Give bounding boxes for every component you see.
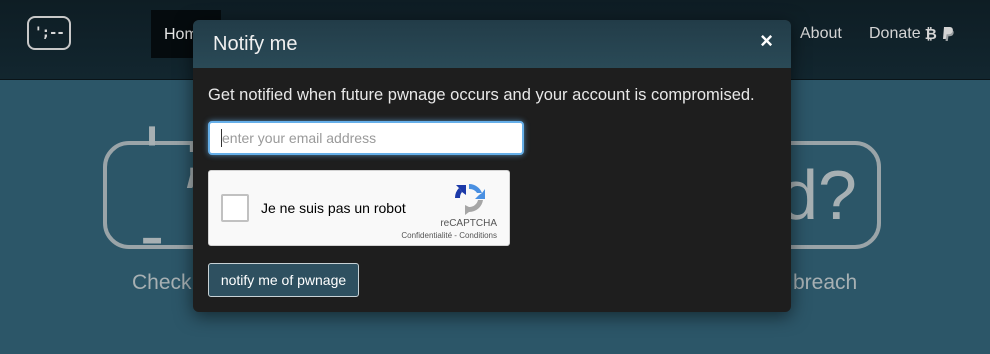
text-caret [221, 129, 222, 147]
paypal-icon [942, 27, 954, 41]
recaptcha-terms-link[interactable]: Conditions [459, 231, 497, 240]
notify-me-button[interactable]: notify me of pwnage [208, 263, 359, 297]
close-icon[interactable]: × [760, 28, 773, 54]
bitcoin-icon: ₿ [924, 25, 937, 43]
recaptcha-widget: Je ne suis pas un robot reCAPTCHA Confid… [208, 170, 510, 246]
modal-description: Get notified when future pwnage occurs a… [208, 86, 755, 104]
hero-check-text: Check [132, 271, 192, 294]
nav-donate-label: Donate [869, 25, 921, 42]
hero-breach-text: breach [793, 271, 858, 294]
nav-donate[interactable]: Donate ₿ [869, 25, 955, 43]
recaptcha-links: Confidentialité - Conditions [401, 231, 497, 240]
notify-modal: Notify me × Get notified when future pwn… [193, 20, 791, 312]
recaptcha-icon [454, 184, 485, 215]
site-logo[interactable]: ';-- [27, 16, 71, 50]
recaptcha-checkbox[interactable] [221, 194, 249, 222]
modal-header: Notify me × [193, 20, 791, 68]
modal-title: Notify me [213, 33, 298, 55]
recaptcha-label: Je ne suis pas un robot [261, 200, 406, 216]
recaptcha-privacy-link[interactable]: Confidentialité [401, 231, 452, 240]
nav-about[interactable]: About [800, 25, 842, 43]
email-input[interactable] [208, 121, 524, 155]
recaptcha-brand: reCAPTCHA [440, 218, 497, 229]
